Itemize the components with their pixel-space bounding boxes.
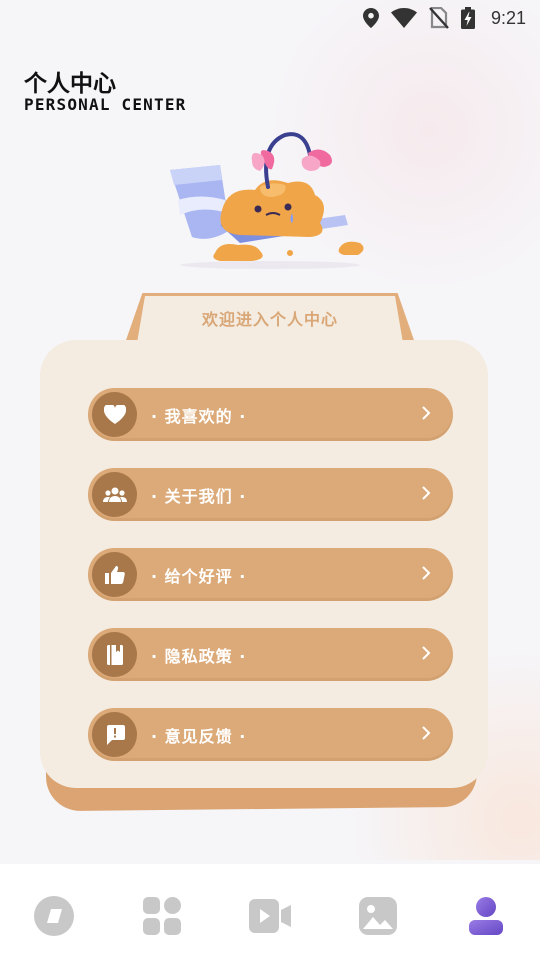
location-icon — [362, 8, 379, 28]
heart-icon — [92, 392, 137, 437]
card-tab: 欢迎进入个人中心 — [137, 296, 403, 343]
chevron-right-icon — [421, 725, 431, 745]
status-bar: 9:21 — [0, 0, 540, 36]
notebook-icon — [92, 632, 137, 677]
apps-grid-icon — [143, 897, 181, 935]
privacy-policy-button[interactable]: · 隐私政策 · — [88, 628, 453, 681]
video-icon — [249, 899, 291, 933]
home-icon — [34, 896, 74, 936]
thumbs-up-icon — [92, 552, 137, 597]
nav-home[interactable] — [24, 894, 84, 938]
feedback-button[interactable]: · 意见反馈 · — [88, 708, 453, 761]
chevron-right-icon — [421, 645, 431, 665]
favorites-label: · 我喜欢的 · — [151, 406, 247, 426]
welcome-text: 欢迎进入个人中心 — [201, 309, 338, 329]
privacy-policy-label: · 隐私政策 · — [151, 646, 247, 666]
status-time: 9:21 — [490, 7, 526, 28]
no-sim-icon — [429, 7, 449, 29]
rate-us-button[interactable]: · 给个好评 · — [88, 548, 453, 601]
favorites-button[interactable]: · 我喜欢的 · — [88, 388, 453, 441]
battery-charging-icon — [460, 7, 475, 29]
feedback-label: · 意见反馈 · — [151, 726, 247, 746]
page-title: 个人中心 — [24, 71, 116, 97]
group-icon — [92, 472, 137, 517]
chevron-right-icon — [421, 565, 431, 585]
wilted-flower-illustration — [170, 132, 364, 269]
rate-us-label: · 给个好评 · — [151, 566, 247, 586]
bottom-nav — [0, 864, 540, 960]
about-us-label: · 关于我们 · — [151, 486, 247, 506]
nav-profile[interactable] — [456, 894, 516, 938]
feedback-icon — [92, 712, 137, 757]
nav-gallery[interactable] — [348, 894, 408, 938]
chevron-right-icon — [421, 485, 431, 505]
nav-video[interactable] — [240, 894, 300, 938]
gallery-icon — [359, 897, 397, 935]
about-us-button[interactable]: · 关于我们 · — [88, 468, 453, 521]
page-subtitle: PERSONAL CENTER — [24, 95, 187, 114]
wifi-icon — [390, 8, 417, 28]
nav-apps[interactable] — [132, 894, 192, 938]
profile-icon — [469, 897, 503, 935]
chevron-right-icon — [421, 405, 431, 425]
